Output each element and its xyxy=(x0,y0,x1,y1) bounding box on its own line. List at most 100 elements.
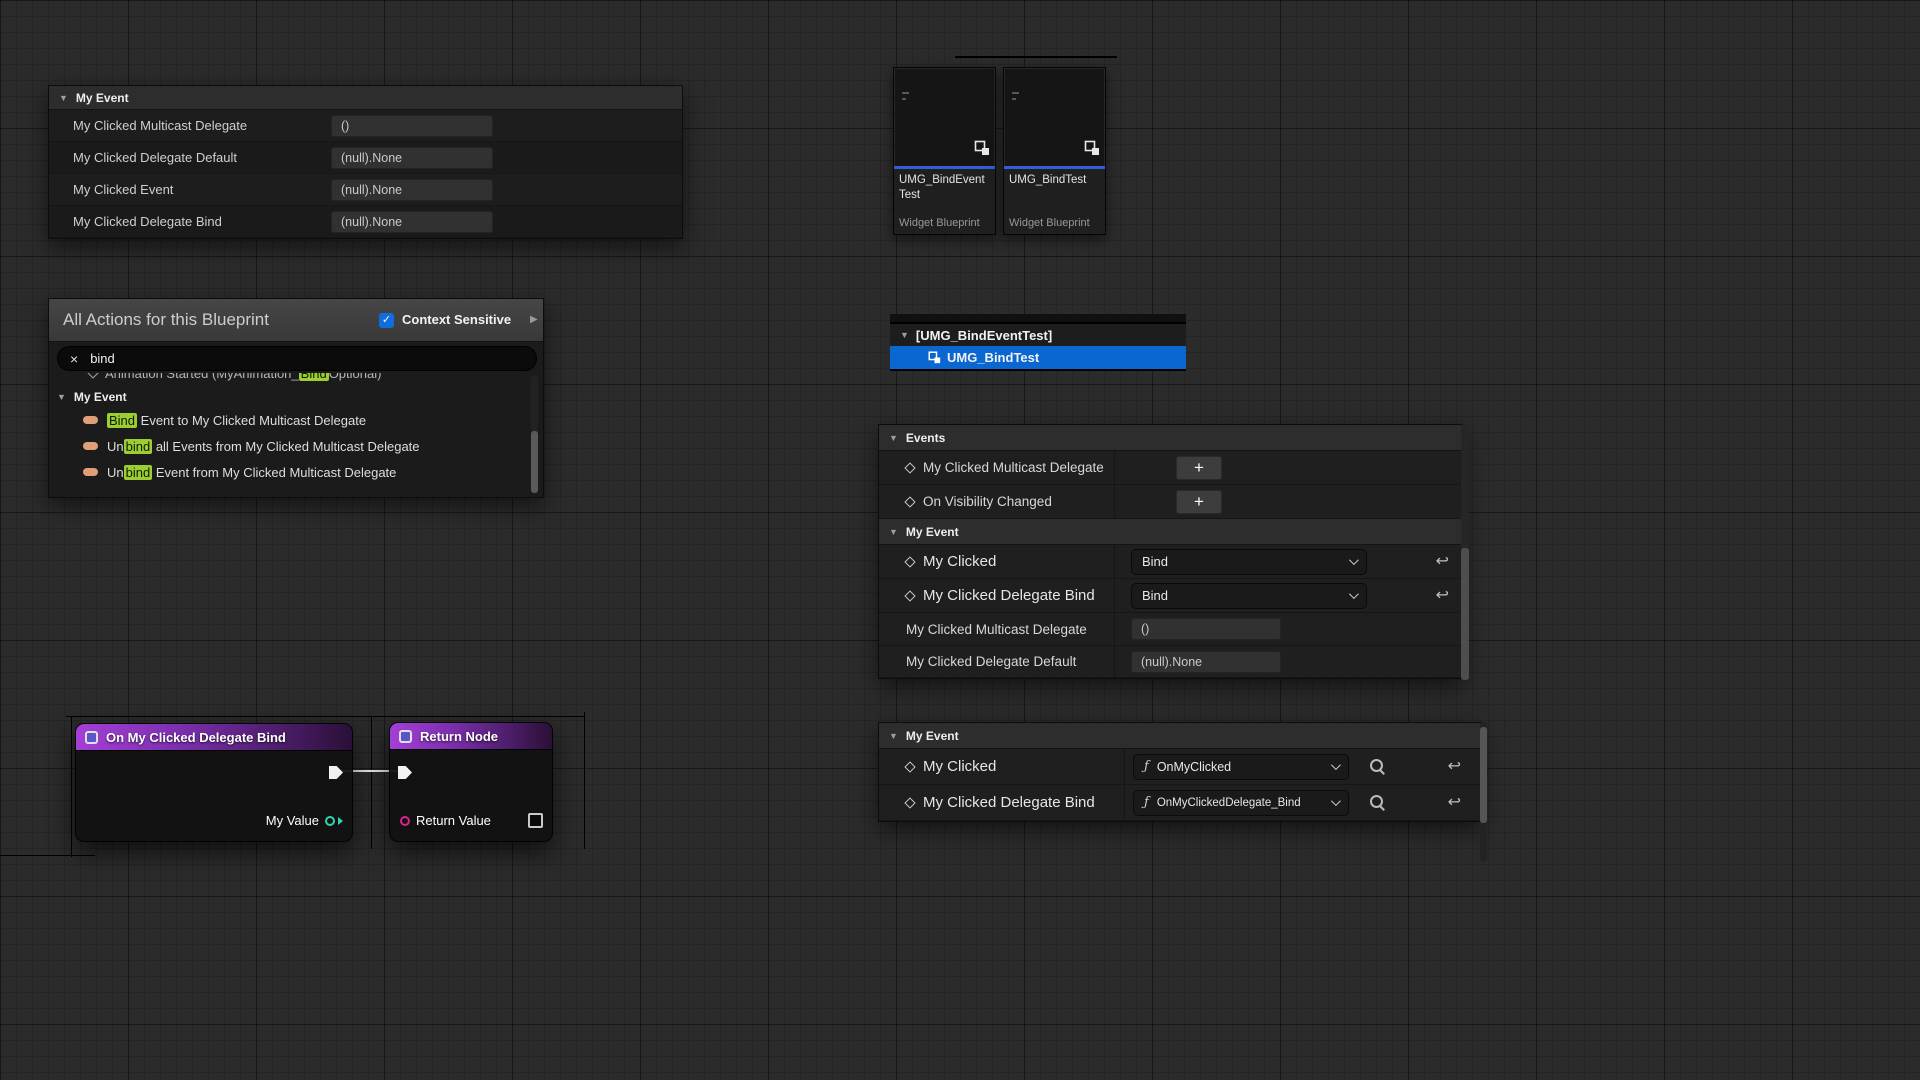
details-scrollbar-thumb[interactable] xyxy=(1461,548,1469,680)
category-header-my-event[interactable]: ▼ My Event xyxy=(49,86,682,110)
chevron-down-icon xyxy=(1349,589,1359,599)
collapse-arrow-icon[interactable]: ▼ xyxy=(57,392,66,402)
binding-label: My Clicked xyxy=(923,553,996,570)
property-value-field[interactable]: (null).None xyxy=(1131,651,1281,673)
widget-blueprint-icon xyxy=(928,351,941,364)
actions-search-input[interactable] xyxy=(90,351,490,366)
action-item-unbind-event[interactable]: Unbind Event from My Clicked Multicast D… xyxy=(49,459,543,485)
return-value-input-pin-row[interactable]: Return Value xyxy=(400,813,543,828)
asset-tile-umg-bindeventtest[interactable]: UMG_BindEventTest Widget Blueprint xyxy=(893,67,996,235)
hierarchy-root-label: [UMG_BindEventTest] xyxy=(916,328,1052,343)
clipped-action-item[interactable]: Animation Started (MyAnimation_BindOptio… xyxy=(49,373,543,386)
category-header-events[interactable]: ▼ Events xyxy=(879,425,1463,451)
reset-to-default-icon[interactable]: ↩ xyxy=(1436,554,1449,570)
pin-wedge-icon xyxy=(338,817,343,825)
all-actions-menu: All Actions for this Blueprint ✓ Context… xyxy=(48,298,544,498)
pin-label: Return Value xyxy=(416,813,491,828)
event-diamond-icon xyxy=(87,373,98,379)
function-icon: ƒ xyxy=(1144,795,1149,810)
reset-to-default-icon[interactable]: ↩ xyxy=(1448,759,1461,775)
collapse-arrow-icon[interactable]: ▼ xyxy=(889,433,898,443)
category-header-my-event[interactable]: ▼ My Event xyxy=(879,723,1481,749)
function-icon: ƒ xyxy=(1144,759,1149,774)
property-value-field[interactable]: () xyxy=(331,115,493,137)
collapse-arrow-icon[interactable]: ▼ xyxy=(59,93,68,103)
browse-to-function-icon[interactable] xyxy=(1369,758,1386,775)
collapse-arrow-icon[interactable]: ▼ xyxy=(889,731,898,741)
collapse-arrow-icon[interactable]: ▼ xyxy=(889,527,898,537)
reset-to-default-icon[interactable]: ↩ xyxy=(1436,588,1449,604)
node-title: Return Node xyxy=(420,729,498,744)
event-label: My Clicked Multicast Delegate xyxy=(923,460,1104,475)
divider-line xyxy=(955,56,1117,58)
binding-label: My Clicked xyxy=(923,758,996,775)
context-sensitive-checkbox[interactable]: ✓ xyxy=(379,313,394,328)
property-value-field[interactable]: (null).None xyxy=(331,179,493,201)
asset-type-color-bar xyxy=(1004,166,1105,169)
details-panel-right: ▼ Events My Clicked Multicast Delegate +… xyxy=(878,424,1464,679)
property-row: My Clicked Multicast Delegate () xyxy=(879,613,1463,646)
category-title: My Event xyxy=(76,91,129,105)
action-item-bind-event[interactable]: Bind Event to My Clicked Multicast Deleg… xyxy=(49,407,543,433)
actions-scrollbar-thumb[interactable] xyxy=(531,431,538,493)
thumbnail-detail xyxy=(902,92,909,94)
delegate-pill-icon xyxy=(83,416,98,424)
bottom-scrollbar-thumb[interactable] xyxy=(1480,727,1487,823)
details-panel-bottom-right: ▼ My Event My Clicked ƒ OnMyClicked ↩ My… xyxy=(878,722,1482,822)
function-binding-dropdown[interactable]: ƒ OnMyClicked xyxy=(1133,754,1349,780)
property-row: My Clicked Event (null).None xyxy=(49,174,682,206)
chevron-down-icon xyxy=(1349,555,1359,565)
expand-options-icon[interactable]: ▶ xyxy=(530,314,538,325)
exec-input-pin[interactable] xyxy=(398,766,412,779)
asset-name: UMG_BindTest xyxy=(1009,173,1100,188)
action-item-unbind-all[interactable]: Unbind all Events from My Clicked Multic… xyxy=(49,433,543,459)
category-title: Events xyxy=(906,431,945,445)
guide-line-horizontal xyxy=(66,716,585,717)
asset-thumbnail[interactable] xyxy=(894,68,995,169)
add-event-button[interactable]: + xyxy=(1176,490,1222,514)
browse-to-function-icon[interactable] xyxy=(1369,794,1386,811)
property-value-field[interactable]: (null).None xyxy=(331,147,493,169)
node-return-node[interactable]: Return Node Return Value xyxy=(389,722,553,842)
return-value-pin-icon[interactable] xyxy=(400,816,410,826)
node-on-my-clicked-delegate-bind[interactable]: On My Clicked Delegate Bind My Value xyxy=(75,723,353,842)
collapse-arrow-icon[interactable]: ▼ xyxy=(900,330,909,340)
thumbnail-detail xyxy=(1012,98,1016,100)
property-value-field[interactable]: (null).None xyxy=(331,211,493,233)
hierarchy-item-root[interactable]: ▼ [UMG_BindEventTest] xyxy=(890,324,1186,346)
function-binding-dropdown[interactable]: ƒ OnMyClickedDelegate_Bind xyxy=(1133,790,1349,816)
action-item-label: Bind Event to My Clicked Multicast Deleg… xyxy=(107,413,366,428)
exec-output-pin[interactable] xyxy=(329,766,343,779)
hierarchy-child-label: UMG_BindTest xyxy=(947,350,1039,365)
asset-thumbnail[interactable] xyxy=(1004,68,1105,169)
asset-type-color-bar xyxy=(894,166,995,169)
event-label: On Visibility Changed xyxy=(923,494,1052,509)
category-header-my-event[interactable]: ▼ My Event xyxy=(879,519,1463,545)
my-value-output-pin-row[interactable]: My Value xyxy=(266,813,343,828)
bind-dropdown[interactable]: Bind xyxy=(1131,583,1367,609)
reset-to-default-icon[interactable]: ↩ xyxy=(1448,795,1461,811)
add-event-button[interactable]: + xyxy=(1176,456,1222,480)
return-node-icon xyxy=(399,730,412,743)
hierarchy-item-selected[interactable]: UMG_BindTest xyxy=(890,346,1186,369)
node-header[interactable]: On My Clicked Delegate Bind xyxy=(76,724,352,751)
guide-line-vertical xyxy=(371,716,372,849)
property-label: My Clicked Delegate Default xyxy=(73,150,237,165)
property-label: My Clicked Multicast Delegate xyxy=(73,118,247,133)
action-item-label: Animation Started (MyAnimation_BindOptio… xyxy=(105,373,381,381)
asset-name: UMG_BindEventTest xyxy=(899,173,990,203)
property-label: My Clicked Delegate Default xyxy=(906,654,1076,669)
node-header[interactable]: Return Node xyxy=(390,723,552,750)
actions-category-my-event[interactable]: ▼ My Event xyxy=(49,386,543,407)
actions-menu-titlebar: All Actions for this Blueprint ✓ Context… xyxy=(49,299,543,342)
clear-search-icon[interactable]: × xyxy=(70,352,78,366)
bind-dropdown[interactable]: Bind xyxy=(1131,549,1367,575)
dropdown-value: OnMyClicked xyxy=(1157,760,1231,774)
actions-search-box[interactable]: × xyxy=(57,346,537,371)
asset-tile-umg-bindtest[interactable]: UMG_BindTest Widget Blueprint xyxy=(1003,67,1106,235)
return-value-checkbox[interactable] xyxy=(528,813,543,828)
pin-label: My Value xyxy=(266,813,319,828)
dropdown-value: Bind xyxy=(1142,588,1168,603)
property-value-field[interactable]: () xyxy=(1131,618,1281,640)
my-value-pin-icon[interactable] xyxy=(325,816,335,826)
